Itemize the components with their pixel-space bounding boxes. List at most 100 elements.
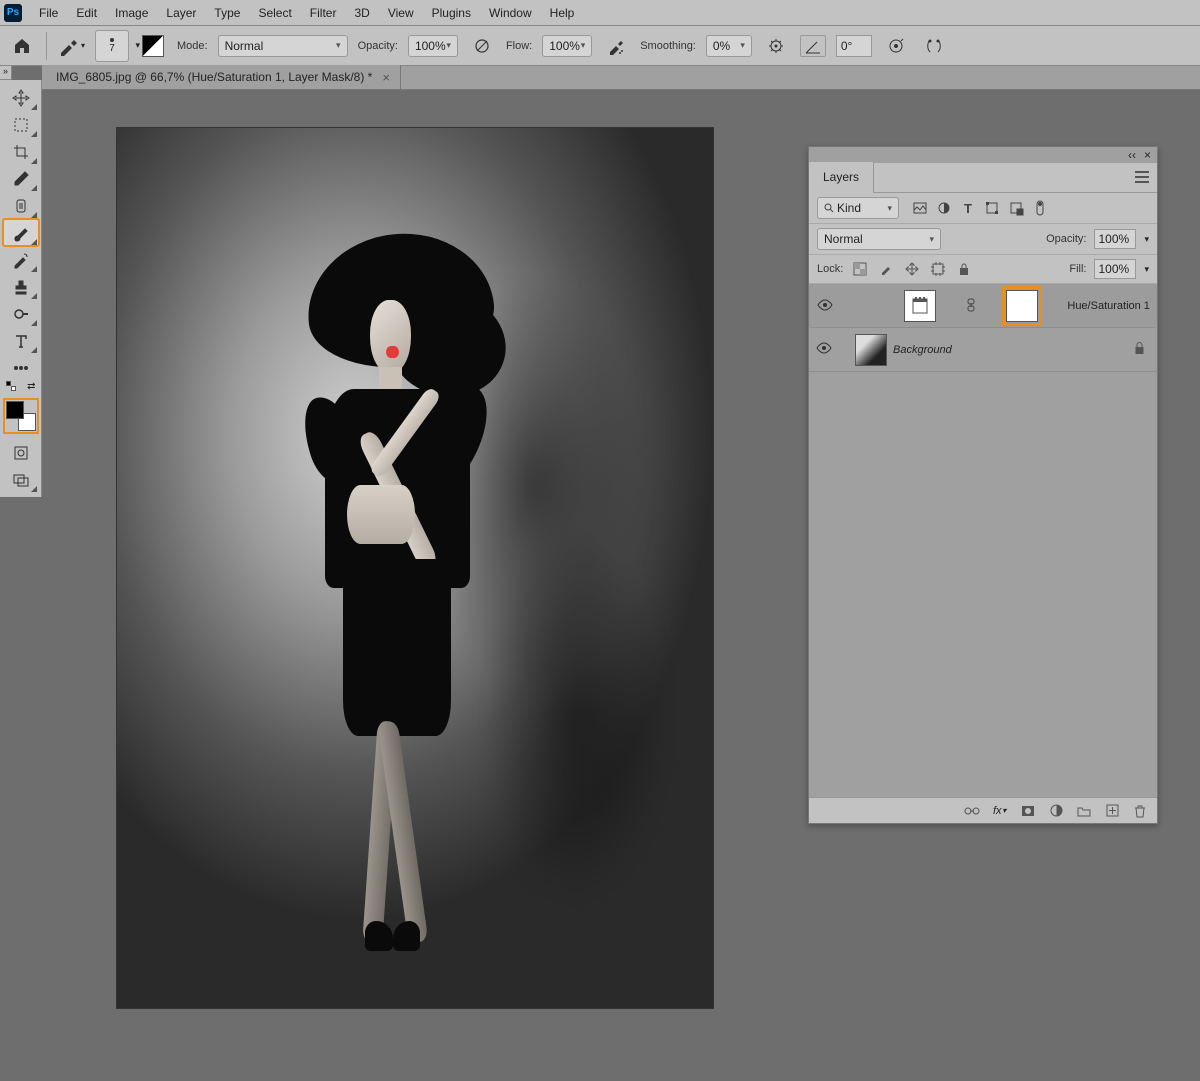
close-panel-icon[interactable]: × [1144,148,1151,162]
angle-dial-icon[interactable] [800,35,826,57]
flow-label: Flow: [506,40,532,52]
filter-kind-select[interactable]: Kind ▾ [817,197,899,219]
link-layers-icon[interactable] [965,804,979,818]
angle-input[interactable]: 0° [836,35,872,57]
history-brush-tool[interactable] [3,246,39,273]
menu-edit[interactable]: Edit [67,6,106,20]
workspace: » ⇄ IMG_6805.jpg @ 66,7% (Hue/Saturation… [0,66,1200,1081]
move-tool[interactable] [3,84,39,111]
quickmask-toggle[interactable] [3,439,39,466]
close-tab-icon[interactable]: × [382,70,390,85]
menu-3d[interactable]: 3D [345,6,378,20]
brush-preset-picker[interactable]: 7 ▾ [95,30,129,62]
filter-shape-icon[interactable] [985,201,999,215]
layer-opacity-input[interactable]: 100% [1094,229,1136,249]
eyedropper-tool[interactable] [3,165,39,192]
menu-select[interactable]: Select [249,6,300,20]
swap-reset-colors[interactable]: ⇄ [6,381,36,395]
filter-toggle-icon[interactable] [1033,201,1047,215]
menu-layer[interactable]: Layer [157,6,205,20]
tools-panel: ⇄ [0,80,42,497]
layer-filter-row: Kind ▾ T [809,193,1157,224]
menu-filter[interactable]: Filter [301,6,346,20]
healing-brush-tool[interactable] [3,192,39,219]
pressure-size-icon[interactable] [882,32,910,60]
visibility-toggle-icon[interactable] [816,299,834,314]
swap-colors-icon[interactable]: ⇄ [27,381,35,392]
panel-menu-icon[interactable] [1135,162,1149,192]
menu-help[interactable]: Help [541,6,584,20]
photo-subject [284,234,510,973]
new-adjustment-icon[interactable] [1049,804,1063,818]
stamp-tool[interactable] [3,273,39,300]
new-layer-icon[interactable] [1105,804,1119,818]
layer-opacity-label: Opacity: [1046,233,1086,245]
main-menubar: Ps File Edit Image Layer Type Select Fil… [0,0,1200,26]
collapse-panel-icon[interactable]: ‹‹ [1128,148,1136,162]
menu-type[interactable]: Type [205,6,249,20]
tool-preset-picker[interactable]: ▾ [57,32,85,60]
collapse-panels-icon[interactable]: » [0,66,12,80]
smoothing-options-icon[interactable] [762,32,790,60]
layer-name[interactable]: Hue/Saturation 1 [1067,300,1150,312]
brush-size-label: 7 [109,43,115,54]
visibility-toggle-icon[interactable] [815,342,833,357]
document-tab[interactable]: IMG_6805.jpg @ 66,7% (Hue/Saturation 1, … [42,65,401,89]
delete-layer-icon[interactable] [1133,804,1147,818]
document-tabstrip: IMG_6805.jpg @ 66,7% (Hue/Saturation 1, … [42,66,1200,90]
layer-name[interactable]: Background [893,344,952,356]
menu-view[interactable]: View [379,6,423,20]
brush-tool[interactable] [3,219,39,246]
screenmode-toggle[interactable] [3,466,39,493]
lock-position-icon[interactable] [903,260,921,278]
color-swatches[interactable] [6,401,36,431]
layer-blend-select[interactable]: Normal▾ [817,228,941,250]
panel-titlebar[interactable]: ‹‹ × [809,147,1157,163]
airbrush-icon[interactable] [602,32,630,60]
pressure-opacity-icon[interactable] [468,32,496,60]
flow-input[interactable]: 100%▾ [542,35,592,57]
fx-icon[interactable]: fx▾ [993,804,1007,818]
dodge-tool[interactable] [3,300,39,327]
menu-window[interactable]: Window [480,6,541,20]
lock-all-icon[interactable] [955,260,973,278]
mask-link-icon[interactable] [966,298,976,315]
adjustment-thumbnail[interactable] [904,290,936,322]
filter-pixel-icon[interactable] [913,201,927,215]
lock-pixels-icon[interactable] [877,260,895,278]
document-canvas[interactable] [117,128,713,1008]
menu-image[interactable]: Image [106,6,157,20]
filter-adjustment-icon[interactable] [937,201,951,215]
layer-row-background[interactable]: Background [809,328,1157,372]
lock-artboard-icon[interactable] [929,260,947,278]
marquee-tool[interactable] [3,111,39,138]
layer-thumbnail[interactable] [855,334,887,366]
home-button[interactable] [8,32,36,60]
layer-row-hue-saturation[interactable]: Hue/Saturation 1 [809,284,1157,328]
layers-tab[interactable]: Layers [809,162,874,192]
menu-plugins[interactable]: Plugins [423,6,480,20]
lock-icon[interactable] [1134,342,1145,358]
edit-toolbar[interactable] [3,354,39,381]
foreground-color-swatch[interactable] [6,401,24,419]
new-group-icon[interactable] [1077,804,1091,818]
layer-mask-thumbnail[interactable] [1006,290,1038,322]
blend-mode-select[interactable]: Normal▾ [218,35,348,57]
fill-input[interactable]: 100% [1094,259,1136,279]
menu-file[interactable]: File [30,6,67,20]
filter-smartobject-icon[interactable] [1009,201,1023,215]
mode-label: Mode: [177,40,208,52]
options-bar: ▾ 7 ▾ Mode: Normal▾ Opacity: 100%▾ Flow:… [0,26,1200,66]
symmetry-icon[interactable] [920,32,948,60]
add-mask-icon[interactable] [1021,804,1035,818]
type-tool[interactable] [3,327,39,354]
lock-transparency-icon[interactable] [851,260,869,278]
default-colors-icon[interactable] [6,381,14,389]
fill-label: Fill: [1069,263,1086,275]
layers-panel-footer: fx▾ [809,797,1157,823]
filter-type-icon[interactable]: T [961,201,975,215]
opacity-input[interactable]: 100%▾ [408,35,458,57]
smoothing-input[interactable]: 0%▾ [706,35,752,57]
crop-tool[interactable] [3,138,39,165]
brush-settings-toggle[interactable] [139,32,167,60]
